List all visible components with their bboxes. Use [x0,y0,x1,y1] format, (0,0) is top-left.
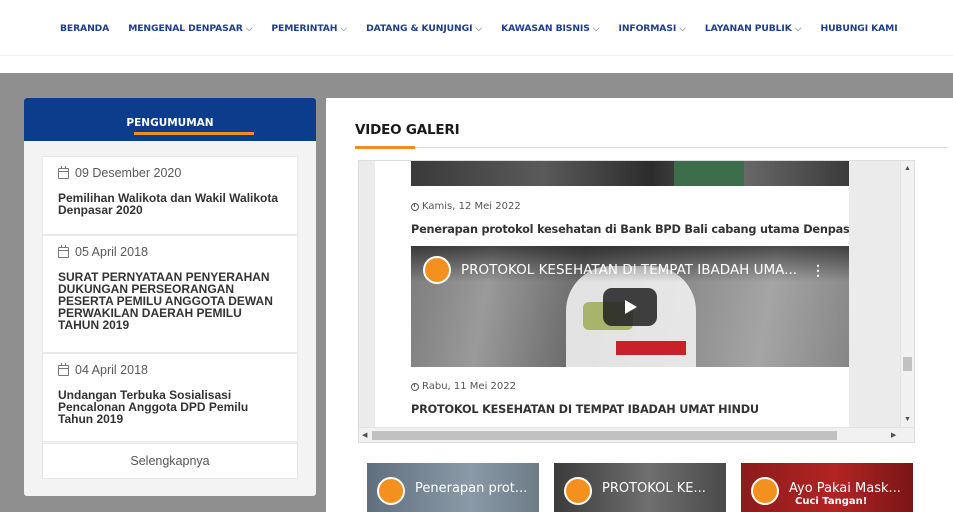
top-navigation: BERANDA MENGENAL DENPASAR ⌵ PEMERINTAH ⌵ D… [0,0,953,56]
announcement-item[interactable]: 04 April 2018 Undangan Terbuka Sosialisa… [42,353,298,442]
scroll-right-icon[interactable]: ▶ [891,432,896,439]
video-title[interactable]: PROTOKOL KESEHATAN DI TEMPAT IBADAH UMAT… [411,403,759,416]
title-underline [134,132,254,135]
title-divider [355,147,947,148]
date-text: 04 April 2018 [75,363,148,377]
nav-label: DATANG & KUNJUNGI [366,23,473,34]
nav-menu: BERANDA MENGENAL DENPASAR ⌵ PEMERINTAH ⌵ D… [60,23,917,34]
announcement-date: 04 April 2018 [58,362,281,377]
channel-logo [564,477,592,505]
player-title[interactable]: PROTOKOL KESEHATAN DI TEMPAT IBADAH UMA.… [461,262,797,278]
thumbnail-subtitle: Cuci Tangan! [795,496,868,507]
scrollbar-thumb[interactable] [372,431,837,440]
nav-label: PEMERINTAH [271,23,338,34]
nav-label: LAYANAN PUBLIK [704,23,792,34]
video-date: Kamis, 12 Mei 2022 [411,201,521,212]
announcement-date: 09 Desember 2020 [58,165,281,180]
announcement-date: 05 April 2018 [58,244,281,259]
calendar-icon [58,244,69,258]
clock-icon [411,202,419,211]
calendar-icon [58,165,69,179]
nav-item-layanan-publik[interactable]: LAYANAN PUBLIK ⌵ [705,23,802,34]
nav-item-hubungi-kami[interactable]: HUBUNGI KAMI [820,23,897,34]
date-text: 09 Desember 2020 [75,166,182,180]
play-icon[interactable] [603,288,657,326]
nav-item-kawasan-bisnis[interactable]: KAWASAN BISNIS ⌵ [501,23,599,34]
video-thumbnail[interactable]: PROTOKOL KE... [554,463,726,512]
announcement-title[interactable]: Undangan Terbuka Sosialisasi Pencalonan … [58,389,281,425]
scroll-down-icon[interactable]: ▼ [904,416,911,423]
nav-label: BERANDA [60,23,110,34]
date-text: Rabu, 11 Mei 2022 [422,381,516,392]
video-scroll-frame[interactable]: Kamis, 12 Mei 2022 Penerapan protokol ke… [358,160,915,443]
scrollbar-thumb[interactable] [903,357,912,371]
horizontal-scrollbar[interactable]: ◀ ▶ [359,427,914,442]
announcement-title[interactable]: SURAT PERNYATAAN PENYERAHAN DUKUNGAN PER… [58,271,281,331]
nav-item-informasi[interactable]: INFORMASI ⌵ [618,23,687,34]
nav-label: HUBUNGI KAMI [820,23,898,34]
vertical-scrollbar[interactable]: ▲ ▼ [900,161,914,427]
video-player[interactable]: PROTOKOL KESEHATAN DI TEMPAT IBADAH UMA.… [411,246,849,367]
video-thumbnail-partial[interactable] [411,161,849,186]
scroll-left-icon[interactable]: ◀ [362,432,367,439]
panel-title: PENGUMUMAN [126,117,214,129]
nav-label: KAWASAN BISNIS [501,23,590,34]
date-text: Kamis, 12 Mei 2022 [422,201,521,212]
chevron-down-icon: ⌵ [794,24,802,34]
video-thumbnail[interactable]: Ayo Pakai Mask... Cuci Tangan! [741,463,913,512]
announcement-item[interactable]: 05 April 2018 SURAT PERNYATAAN PENYERAHA… [42,235,298,353]
date-text: 05 April 2018 [75,245,148,259]
nav-label: MENGENAL DENPASAR [128,23,243,34]
thumbnail-title: Penerapan prot... [415,481,528,496]
nav-item-datang-kunjungi[interactable]: DATANG & KUNJUNGI ⌵ [366,23,482,34]
chevron-down-icon: ⌵ [592,24,600,34]
panel-header: PENGUMUMAN [24,98,316,141]
title-accent [355,146,415,149]
more-vertical-icon[interactable]: ⋮ [811,262,825,279]
calendar-icon [58,362,69,376]
thumbnail-title: Ayo Pakai Mask... [789,481,901,496]
chevron-down-icon: ⌵ [475,24,483,34]
announcement-title[interactable]: Pemilihan Walikota dan Wakil Walikota De… [58,192,281,216]
see-more-button[interactable]: Selengkapnya [42,443,298,479]
nav-item-pemerintah[interactable]: PEMERINTAH ⌵ [271,23,347,34]
chevron-down-icon: ⌵ [245,24,253,34]
channel-logo[interactable] [423,256,451,284]
thumbnail-title: PROTOKOL KE... [602,481,706,496]
scroll-up-icon[interactable]: ▲ [904,165,911,172]
channel-logo [751,477,779,505]
nav-label: INFORMASI [618,23,677,34]
video-title[interactable]: Penerapan protokol kesehatan di Bank BPD… [411,223,849,236]
clock-icon [411,382,419,391]
chevron-down-icon: ⌵ [679,24,686,34]
announcement-item[interactable]: 09 Desember 2020 Pemilihan Walikota dan … [42,156,298,235]
video-date: Rabu, 11 Mei 2022 [411,381,516,392]
channel-logo [377,477,405,505]
chevron-down-icon: ⌵ [340,24,348,34]
video-list: Kamis, 12 Mei 2022 Penerapan protokol ke… [375,161,849,427]
nav-item-beranda[interactable]: BERANDA [60,23,109,34]
video-thumbnail[interactable]: Penerapan prot... [367,463,539,512]
section-title: VIDEO GALERI [355,122,460,138]
nav-item-mengenal-denpasar[interactable]: MENGENAL DENPASAR ⌵ [128,23,252,34]
